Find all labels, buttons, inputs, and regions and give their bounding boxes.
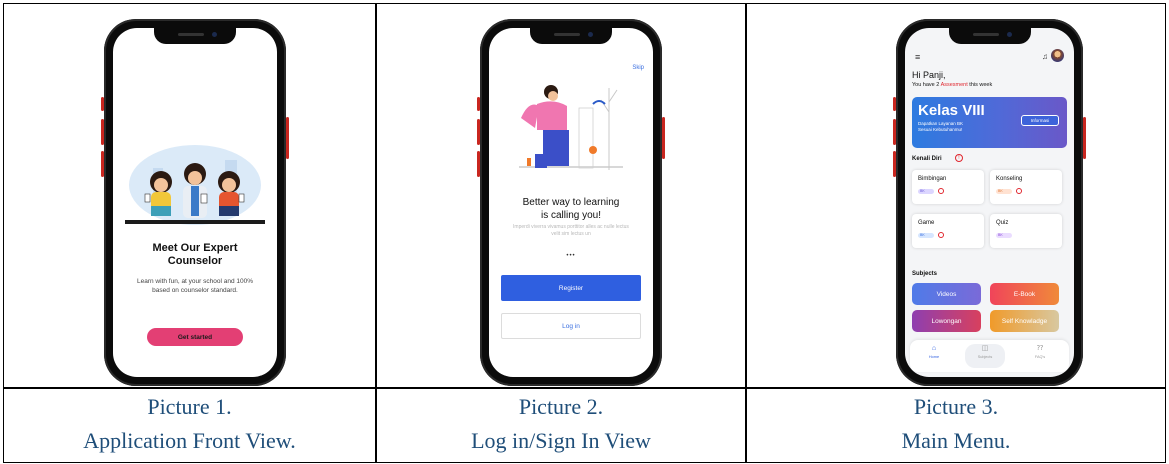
nav-home[interactable]: ⌂ Home — [914, 344, 954, 368]
phone-button — [477, 119, 480, 145]
phone-button — [477, 151, 480, 177]
card-konseling[interactable]: Konseling BK — [990, 170, 1062, 204]
phone-button — [101, 119, 104, 145]
phone-notch — [948, 28, 1031, 44]
avatar[interactable] — [1051, 49, 1064, 62]
cell-picture-1: Meet Our Expert Counselor Learn with fun… — [4, 4, 375, 387]
card-bimbingan[interactable]: Bimbingan BK — [912, 170, 984, 204]
banner-title: Kelas VIII — [918, 102, 985, 119]
bottom-navigation: ⌂ Home ◫ Subjects ⁇ FAQ's — [910, 340, 1069, 372]
home-icon: ⌂ — [931, 345, 937, 352]
subject-videos-button[interactable]: Videos — [912, 283, 981, 305]
row-divider — [4, 387, 1165, 389]
informasi-button[interactable]: Informasi — [1021, 115, 1059, 126]
subject-ebook-button[interactable]: E-Book — [990, 283, 1059, 305]
nav-faqs[interactable]: ⁇ FAQ's — [1020, 344, 1060, 368]
status-icon — [938, 232, 944, 238]
phone-frame: Meet Our Expert Counselor Learn with fun… — [101, 19, 289, 386]
menu-icon[interactable]: ≡ — [915, 52, 920, 62]
info-icon[interactable]: ! — [955, 154, 963, 162]
phone-button — [101, 97, 104, 111]
caption-picture-2: Picture 2. Log in/Sign In View — [471, 394, 651, 453]
screen-title: Better way to learning is calling you! — [522, 197, 620, 221]
section-title-subjects: Subjects — [912, 271, 938, 277]
phone-button — [893, 97, 896, 111]
section-title-kenali-diri: Kenali Diri — [912, 156, 942, 162]
page-indicator: ••• — [566, 253, 576, 259]
phone-button — [893, 151, 896, 177]
bk-badge: BK — [996, 233, 1012, 238]
bk-badge: BK — [918, 233, 934, 238]
phone-screen: Meet Our Expert Counselor Learn with fun… — [113, 28, 277, 377]
subject-self-knowladge-button[interactable]: Self Knowladge — [990, 310, 1059, 332]
phone-button — [477, 97, 480, 111]
bk-badge: BK — [996, 189, 1012, 194]
get-started-button[interactable]: Get started — [147, 328, 243, 346]
phone-notch — [530, 28, 612, 44]
register-button[interactable]: Register — [501, 275, 641, 301]
phone-notch — [154, 28, 236, 44]
phone-screen: ≡ ♫ Hi Panji, You have 2 Assesment this … — [905, 28, 1074, 377]
phone-button — [662, 117, 665, 159]
figure-table: Meet Our Expert Counselor Learn with fun… — [3, 3, 1166, 463]
bell-icon[interactable]: ♫ — [1042, 52, 1048, 61]
counselor-illustration — [125, 145, 265, 225]
screen-title: Meet Our Expert Counselor — [152, 242, 238, 267]
phone-frame: ≡ ♫ Hi Panji, You have 2 Assesment this … — [893, 19, 1086, 386]
book-icon: ◫ — [981, 345, 989, 352]
faq-icon: ⁇ — [1036, 345, 1044, 352]
class-banner: Kelas VIII Dapatkan Layanan BK Sesuai Ke… — [912, 97, 1067, 148]
caption-picture-3: Picture 3. Main Menu. — [901, 394, 1011, 453]
bk-badge: BK — [918, 189, 934, 194]
phone-button — [101, 151, 104, 177]
assessment-summary: You have 2 Assesment this week — [912, 82, 993, 88]
phone-frame: Skip Better way to learning is calling y… — [477, 19, 665, 386]
card-game[interactable]: Game BK — [912, 214, 984, 248]
nav-subjects[interactable]: ◫ Subjects — [965, 344, 1005, 368]
learning-illustration — [519, 85, 623, 170]
cell-picture-2: Skip Better way to learning is calling y… — [377, 4, 745, 387]
banner-subtitle: Dapatkan Layanan BK Sesuai Kebutuhanmu! — [918, 121, 964, 132]
phone-screen: Skip Better way to learning is calling y… — [489, 28, 653, 377]
phone-button — [286, 117, 289, 159]
status-icon — [938, 188, 944, 194]
phone-button — [893, 119, 896, 145]
login-button[interactable]: Log in — [501, 313, 641, 339]
status-icon — [1016, 188, 1022, 194]
cell-picture-3: ≡ ♫ Hi Panji, You have 2 Assesment this … — [747, 4, 1165, 387]
screen-subtitle: Imperdi viverra vivamus porttitor alles … — [513, 224, 629, 237]
screen-subtitle: Learn with fun, at your school and 100% … — [137, 278, 253, 294]
card-quiz[interactable]: Quiz BK — [990, 214, 1062, 248]
greeting: Hi Panji, — [912, 70, 946, 80]
subject-lowongan-button[interactable]: Lowongan — [912, 310, 981, 332]
skip-link[interactable]: Skip — [632, 65, 644, 71]
caption-picture-1: Picture 1. Application Front View. — [83, 394, 296, 453]
phone-button — [1083, 117, 1086, 159]
